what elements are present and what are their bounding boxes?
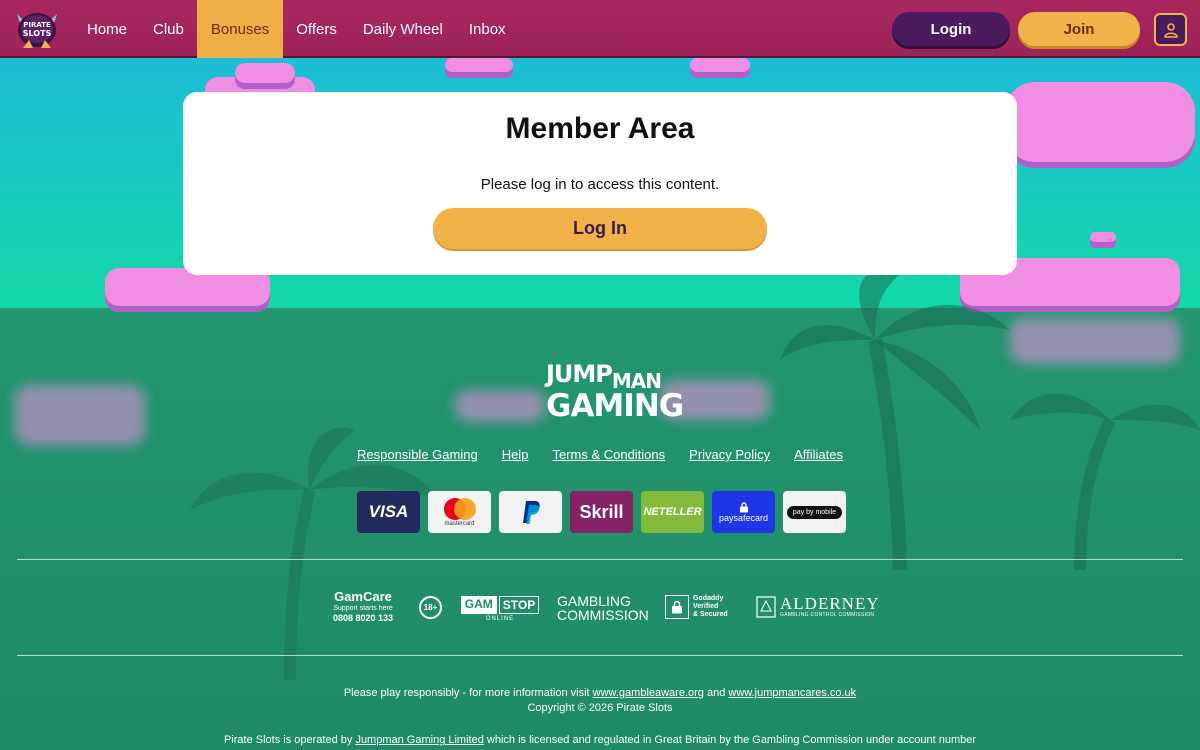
alderney-logo[interactable]: ALDERNEY GAMBLING CONTROL COMMISSION xyxy=(756,595,880,618)
link-terms[interactable]: Terms & Conditions xyxy=(552,447,665,462)
gambling-commission-logo[interactable]: GAMBLING COMMISSION xyxy=(557,594,649,622)
user-icon xyxy=(1163,22,1178,38)
footer-divider xyxy=(17,655,1183,656)
gc-line1: GAMBLING xyxy=(557,593,631,609)
gamcare-phone: 0808 8020 133 xyxy=(332,613,394,623)
paypal-logo xyxy=(499,491,562,533)
link-privacy[interactable]: Privacy Policy xyxy=(689,447,770,462)
responsible-pre: Please play responsibly - for more infor… xyxy=(343,687,590,699)
gamstop-stop: STOP xyxy=(498,596,540,614)
nav-offers[interactable]: Offers xyxy=(283,0,350,58)
payment-methods: VISA mastercard Skrill NETELLER paysafec… xyxy=(357,491,846,533)
mastercard-icon xyxy=(443,498,476,520)
cloud-decoration xyxy=(15,385,145,445)
nav-club[interactable]: Club xyxy=(140,0,197,58)
footer-divider xyxy=(17,559,1183,560)
neteller-text: NETELLER xyxy=(643,506,702,518)
brand-gaming: GAMING xyxy=(546,388,684,424)
neteller-logo: NETELLER xyxy=(641,491,704,533)
skrill-text: Skrill xyxy=(579,501,624,522)
pay-by-mobile-logo: pay by mobile xyxy=(783,491,846,533)
link-responsible-gaming[interactable]: Responsible Gaming xyxy=(357,447,478,462)
link-operator[interactable]: Jumpman Gaming Limited xyxy=(355,734,483,746)
nav-inbox[interactable]: Inbox xyxy=(456,0,519,58)
cloud-decoration xyxy=(1090,232,1116,242)
godaddy-line1: Godaddy xyxy=(693,595,724,602)
paysafecard-text: paysafecard xyxy=(718,512,769,523)
gamstop-online: ONLINE xyxy=(485,616,515,622)
log-in-button[interactable]: Log In xyxy=(433,208,767,249)
member-area-title: Member Area xyxy=(505,112,695,145)
footer-links: Responsible Gaming Help Terms & Conditio… xyxy=(0,447,1200,462)
godaddy-line3: & Secured xyxy=(693,611,728,618)
age-text: 18+ xyxy=(423,603,438,612)
visa-logo: VISA xyxy=(357,491,420,533)
logo-text-top: PIRATE xyxy=(23,21,51,29)
main-nav: Home Club Bonuses Offers Daily Wheel Inb… xyxy=(74,0,519,58)
cloud-decoration xyxy=(445,58,513,72)
cloud-decoration xyxy=(235,63,295,83)
responsible-play-text: Please play responsibly - for more infor… xyxy=(0,687,1200,699)
godaddy-verified-logo[interactable]: Godaddy Verified & Secured xyxy=(665,595,728,619)
jumpman-gaming-logo[interactable]: JUMPMAN GAMING xyxy=(546,360,684,424)
nav-daily-wheel[interactable]: Daily Wheel xyxy=(350,0,456,58)
gamstop-gam: GAM xyxy=(460,596,497,614)
link-affiliates[interactable]: Affiliates xyxy=(794,447,843,462)
age-18-badge: 18+ xyxy=(419,596,442,619)
padlock-icon xyxy=(672,600,682,614)
mastercard-logo: mastercard xyxy=(428,491,491,533)
link-help[interactable]: Help xyxy=(502,447,529,462)
alderney-crest-icon xyxy=(756,595,776,618)
operated-pre: Pirate Slots is operated by xyxy=(223,734,353,746)
pirate-slots-logo-icon: PIRATE SLOTS xyxy=(17,13,57,48)
cloud-decoration xyxy=(690,58,750,72)
operated-post: which is licensed and regulated in Great… xyxy=(486,734,977,746)
cloud-decoration xyxy=(455,390,545,422)
member-area-message: Please log in to access this content. xyxy=(480,176,720,193)
paypal-icon xyxy=(522,501,540,524)
operator-text: Pirate Slots is operated by Jumpman Gami… xyxy=(0,734,1200,746)
login-button[interactable]: Login xyxy=(892,12,1010,46)
copyright-text: Copyright © 2026 Pirate Slots xyxy=(527,702,673,714)
responsible-and: and xyxy=(706,687,726,699)
alderney-subtitle: GAMBLING CONTROL COMMISSION xyxy=(780,612,875,618)
brand-jump: JUMP xyxy=(546,360,613,388)
mastercard-text: mastercard xyxy=(444,521,475,527)
lock-icon xyxy=(739,501,748,512)
top-navbar: PIRATE SLOTS Home Club Bonuses Offers Da… xyxy=(0,0,1200,58)
user-account-button[interactable] xyxy=(1154,13,1187,46)
link-jumpmancares[interactable]: www.jumpmancares.co.uk xyxy=(728,687,856,699)
gamcare-logo[interactable]: GamCare Support starts here 0808 8020 13… xyxy=(328,590,398,623)
link-gambleaware[interactable]: www.gambleaware.org xyxy=(593,687,704,699)
pirate-slots-logo[interactable]: PIRATE SLOTS xyxy=(13,8,61,52)
regulator-logos: GamCare Support starts here 0808 8020 13… xyxy=(0,588,1200,628)
gamstop-logo[interactable]: GAM STOP ONLINE xyxy=(460,596,540,622)
nav-home[interactable]: Home xyxy=(74,0,140,58)
visa-text: VISA xyxy=(368,502,409,521)
godaddy-line2: Verified xyxy=(693,603,719,610)
skrill-logo: Skrill xyxy=(570,491,633,533)
gc-line2: COMMISSION xyxy=(557,607,649,623)
gamcare-title: GamCare xyxy=(334,589,392,604)
logo-text-bottom: SLOTS xyxy=(23,29,52,38)
nav-bonuses[interactable]: Bonuses xyxy=(196,0,284,58)
gamcare-subtitle: Support starts here xyxy=(333,605,393,612)
alderney-title: ALDERNEY xyxy=(780,594,880,613)
join-button[interactable]: Join xyxy=(1018,12,1140,46)
pay-by-mobile-text: pay by mobile xyxy=(792,508,837,516)
paysafecard-logo: paysafecard xyxy=(712,491,775,533)
